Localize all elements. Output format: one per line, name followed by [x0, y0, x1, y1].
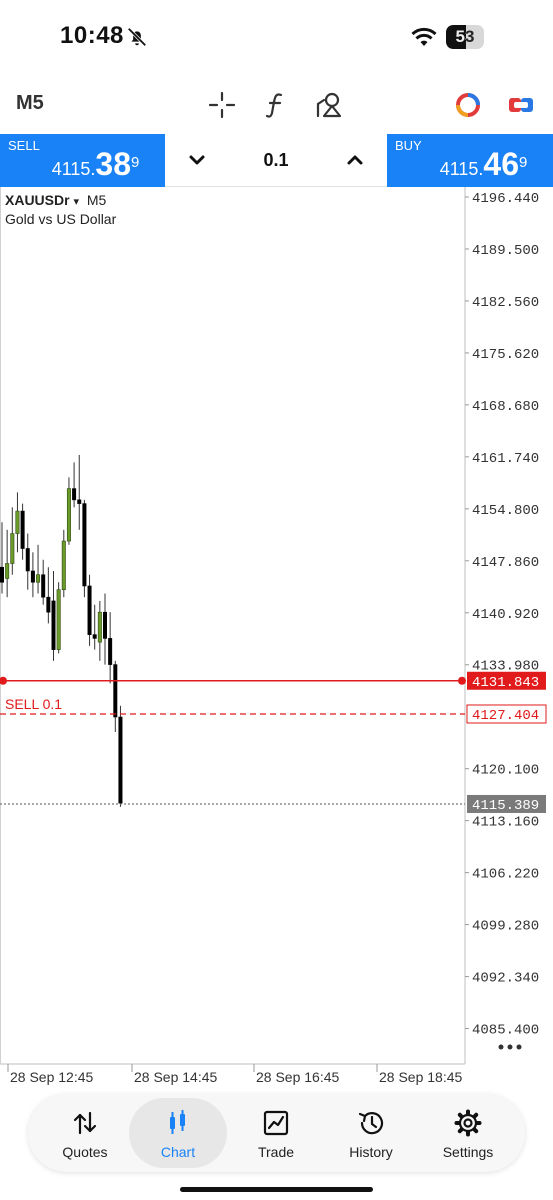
price-tag-label: 4131.843 [472, 675, 539, 691]
objects-icon[interactable] [314, 90, 344, 120]
nav-quotes[interactable]: Quotes [36, 1098, 134, 1168]
symbol-timeframe: M5 [86, 192, 107, 208]
y-tick-label: 4106.220 [472, 867, 539, 883]
candle-bearish [20, 510, 25, 549]
y-tick-label: 4113.160 [472, 815, 539, 831]
candle-bearish [108, 638, 113, 665]
y-tick-label: 4147.860 [472, 555, 539, 571]
chart-icon [170, 1110, 185, 1134]
candle-bullish [5, 563, 10, 579]
nav-label: History [349, 1144, 393, 1160]
candle-bearish [103, 611, 108, 639]
candle-bullish [61, 540, 66, 591]
x-tick-label: 28 Sep 12:45 [10, 1069, 94, 1085]
symbol-dropdown-icon[interactable]: ▾ [73, 196, 79, 208]
status-bar: 10:48 53 [0, 0, 553, 72]
nav-label: Settings [442, 1144, 494, 1160]
trade-icon [263, 1110, 289, 1136]
home-indicator [180, 1187, 373, 1192]
settings-icon [454, 1109, 482, 1137]
y-tick-label: 4161.740 [472, 451, 539, 467]
nav-settings[interactable]: Settings [419, 1098, 517, 1168]
y-tick-label: 4099.280 [472, 919, 539, 935]
y-tick-label: 4168.680 [472, 399, 539, 415]
chart-toolbar: M5 [0, 80, 553, 130]
candle-bearish [82, 503, 87, 587]
chart-canvas[interactable]: 4196.440 4189.500 4182.560 4175.620 4168.680… [0, 187, 553, 1094]
price-tag-label: 4115.389 [472, 798, 539, 814]
symbol-info: XAUUSDr ▾ M5 Gold vs US Dollar [5, 192, 116, 227]
x-tick-label: 28 Sep 16:45 [256, 1069, 340, 1085]
timeframe-button[interactable]: M5 [16, 92, 44, 115]
nav-chart[interactable]: Chart [129, 1098, 227, 1168]
price-line-handle [458, 676, 466, 685]
one-click-trade-panel: SELL 4115.38 9 0.1 BUY 4115.46 9 [0, 134, 553, 187]
y-tick-label: 4189.500 [472, 243, 539, 259]
y-tick-label: 4092.340 [472, 971, 539, 987]
symbol-name[interactable]: XAUUSDr [5, 192, 70, 208]
candle-bullish [66, 488, 71, 542]
quotes-icon [73, 1111, 97, 1135]
candle-bearish [87, 585, 92, 635]
candle-bearish [0, 566, 5, 583]
status-time: 10:48 [60, 22, 124, 49]
x-tick-label: 28 Sep 14:45 [134, 1069, 218, 1085]
candle-bearish [113, 664, 118, 718]
order-line-label: SELL 0.1 [5, 696, 62, 712]
wifi-icon [411, 27, 437, 46]
candle-bearish [30, 570, 35, 583]
nav-label: Chart [160, 1144, 196, 1160]
x-tick-label: 28 Sep 18:45 [379, 1069, 463, 1085]
y-tick-label: 4196.440 [472, 191, 539, 207]
price-tag-label: 4127.404 [472, 708, 539, 724]
buy-label: BUY [395, 138, 422, 153]
candle-bearish [46, 596, 51, 613]
battery-indicator: 53 [446, 25, 484, 49]
y-tick-label: 4140.920 [472, 607, 539, 623]
candle-bullish [36, 574, 41, 583]
candle-bearish [77, 499, 82, 504]
y-tick-label: 4120.100 [472, 763, 539, 779]
y-tick-label: 4182.560 [472, 295, 539, 311]
nav-history[interactable]: History [322, 1098, 420, 1168]
price-chart[interactable]: 4196.440 4189.500 4182.560 4175.620 4168.680… [0, 187, 553, 1094]
indicators-icon[interactable] [261, 90, 291, 120]
history-icon [358, 1112, 384, 1135]
more-options-icon[interactable] [496, 1042, 524, 1052]
nav-label: Trade [257, 1144, 295, 1160]
y-tick-label: 4154.800 [472, 503, 539, 519]
nav-label: Quotes [62, 1144, 108, 1160]
candle-bullish [10, 533, 15, 564]
sell-button[interactable]: SELL 4115.38 9 [0, 134, 165, 187]
crosshair-icon[interactable] [207, 90, 237, 120]
y-tick-label: 4085.400 [472, 1023, 539, 1039]
bottom-navigation: Quotes Chart Trade History Settings [28, 1094, 525, 1172]
price-line-handle [0, 676, 7, 685]
buy-button[interactable]: BUY 4115.46 9 [387, 134, 553, 187]
candle-bearish [41, 574, 46, 598]
sell-label: SELL [8, 138, 40, 153]
candle-bullish [15, 510, 20, 534]
volume-increase-button[interactable] [343, 148, 367, 172]
candle-bearish [92, 634, 97, 639]
candle-bearish [51, 600, 56, 650]
candle-bullish [56, 589, 61, 650]
y-tick-label: 4175.620 [472, 347, 539, 363]
logo-icon[interactable] [453, 90, 483, 120]
candle-bearish [72, 488, 77, 501]
bell-muted-icon [127, 27, 147, 47]
sell-price: 4115.38 9 [51, 146, 140, 182]
candle-bullish [97, 611, 102, 643]
one-click-trading-icon[interactable] [506, 90, 536, 120]
buy-price: 4115.46 9 [439, 146, 528, 182]
nav-trade[interactable]: Trade [227, 1098, 325, 1168]
battery-level: 53 [455, 27, 475, 46]
symbol-description: Gold vs US Dollar [5, 211, 117, 227]
volume-control: 0.1 [165, 134, 387, 187]
candle-bearish [118, 716, 123, 804]
candle-bearish [25, 548, 30, 572]
